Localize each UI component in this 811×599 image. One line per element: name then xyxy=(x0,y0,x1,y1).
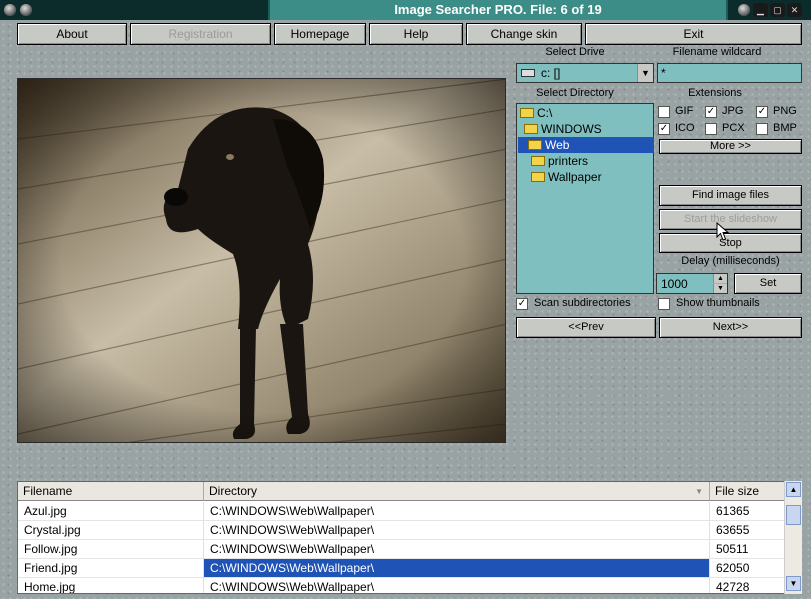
select-drive-label: Select Drive xyxy=(545,46,605,58)
filename-cell: Follow.jpg xyxy=(18,540,204,558)
filesize-cell: 61365 xyxy=(710,502,786,520)
gif-label: GIF xyxy=(675,105,694,117)
table-row[interactable]: Crystal.jpg C:\WINDOWS\Web\Wallpaper\ 63… xyxy=(18,521,786,540)
filesize-cell: 50511 xyxy=(710,540,786,558)
table-row[interactable]: Follow.jpg C:\WINDOWS\Web\Wallpaper\ 505… xyxy=(18,540,786,559)
spin-down-icon[interactable]: ▼ xyxy=(713,284,727,293)
filename-cell: Crystal.jpg xyxy=(18,521,204,539)
column-header-filesize[interactable]: File size xyxy=(710,482,786,501)
delay-input[interactable]: 1000 ▲ ▼ xyxy=(656,273,728,294)
directory-cell: C:\WINDOWS\Web\Wallpaper\ xyxy=(204,540,710,558)
scroll-up-icon[interactable]: ▲ xyxy=(786,482,801,497)
directory-cell: C:\WINDOWS\Web\Wallpaper\ xyxy=(204,578,710,593)
filesize-cell: 42728 xyxy=(710,578,786,593)
png-label: PNG xyxy=(773,105,797,117)
about-button[interactable]: About xyxy=(17,23,127,45)
png-checkbox[interactable]: ✓ xyxy=(756,106,768,118)
wildcard-label: Filename wildcard xyxy=(672,46,762,58)
jpg-label: JPG xyxy=(722,105,744,117)
close-icon[interactable]: ✕ xyxy=(787,3,802,17)
filesize-cell: 63655 xyxy=(710,521,786,539)
filesize-cell: 62050 xyxy=(710,559,786,577)
delay-label: Delay (milliseconds) xyxy=(681,255,780,267)
directory-cell: C:\WINDOWS\Web\Wallpaper\ xyxy=(204,502,710,520)
window-menu-knob-icon[interactable] xyxy=(4,4,16,16)
drive-icon xyxy=(521,69,535,77)
dog-photo xyxy=(18,79,505,442)
scroll-down-icon[interactable]: ▼ xyxy=(786,576,801,591)
tree-node-printers[interactable]: printers xyxy=(531,153,588,169)
directory-cell: C:\WINDOWS\Web\Wallpaper\ xyxy=(204,559,710,577)
delay-value: 1000 xyxy=(661,277,688,291)
find-image-files-button[interactable]: Find image files xyxy=(659,185,802,206)
bmp-checkbox[interactable] xyxy=(756,123,768,135)
bmp-label: BMP xyxy=(773,122,797,134)
pcx-label: PCX xyxy=(722,122,745,134)
tree-node-c-drive[interactable]: C:\ xyxy=(520,105,552,121)
open-folder-icon xyxy=(528,140,542,150)
directory-tree[interactable]: C:\ WINDOWS Web printers Wallpaper xyxy=(516,103,654,294)
table-scrollbar[interactable]: ▲ ▼ xyxy=(784,481,802,594)
exit-button[interactable]: Exit xyxy=(585,23,802,45)
filename-cell: Home.jpg xyxy=(18,578,204,593)
scan-subdirectories-checkbox[interactable]: ✓ xyxy=(516,298,528,310)
tree-node-web[interactable]: Web xyxy=(518,137,654,153)
column-header-filename[interactable]: Filename xyxy=(18,482,204,501)
registration-button[interactable]: Registration xyxy=(130,23,271,45)
drive-select[interactable]: c: [] ▼ xyxy=(516,63,654,83)
minimize-icon[interactable]: ▁ xyxy=(753,3,768,17)
open-folder-icon xyxy=(524,124,538,134)
wildcard-input[interactable]: * xyxy=(657,63,802,83)
start-slideshow-button[interactable]: Start the slideshow xyxy=(659,209,802,230)
gif-checkbox[interactable] xyxy=(658,106,670,118)
homepage-button[interactable]: Homepage xyxy=(274,23,366,45)
tree-node-wallpaper[interactable]: Wallpaper xyxy=(531,169,602,185)
spin-up-icon[interactable]: ▲ xyxy=(713,274,727,283)
jpg-checkbox[interactable]: ✓ xyxy=(705,106,717,118)
scroll-thumb[interactable] xyxy=(786,505,801,525)
next-button[interactable]: Next>> xyxy=(659,317,802,338)
open-folder-icon xyxy=(520,108,534,118)
table-row-selected[interactable]: Friend.jpg C:\WINDOWS\Web\Wallpaper\ 620… xyxy=(18,559,786,578)
column-header-directory[interactable]: Directory ▼ xyxy=(204,482,710,501)
scan-subdirectories-label: Scan subdirectories xyxy=(534,297,631,309)
help-button[interactable]: Help xyxy=(369,23,463,45)
show-thumbnails-checkbox[interactable] xyxy=(658,298,670,310)
table-row[interactable]: Azul.jpg C:\WINDOWS\Web\Wallpaper\ 61365 xyxy=(18,502,786,521)
drive-value: c: [] xyxy=(541,66,561,80)
ico-label: ICO xyxy=(675,122,695,134)
show-thumbnails-label: Show thumbnails xyxy=(676,297,760,309)
mouse-cursor-icon xyxy=(716,222,730,241)
stop-button[interactable]: Stop xyxy=(659,233,802,253)
sort-arrow-icon: ▼ xyxy=(695,487,703,496)
decorative-knob-icon xyxy=(738,4,750,16)
select-directory-label: Select Directory xyxy=(536,87,614,99)
filename-cell: Azul.jpg xyxy=(18,502,204,520)
table-row[interactable]: Home.jpg C:\WINDOWS\Web\Wallpaper\ 42728 xyxy=(18,578,786,593)
file-table[interactable]: Filename Directory ▼ File size Azul.jpg … xyxy=(17,481,802,594)
ico-checkbox[interactable]: ✓ xyxy=(658,123,670,135)
prev-button[interactable]: <<Prev xyxy=(516,317,656,338)
tree-node-windows[interactable]: WINDOWS xyxy=(524,121,602,137)
maximize-icon[interactable]: ▢ xyxy=(770,3,785,17)
more-extensions-button[interactable]: More >> xyxy=(659,139,802,154)
decorative-knob-icon xyxy=(20,4,32,16)
window-title: Image Searcher PRO. File: 6 of 19 xyxy=(268,0,728,20)
extensions-label: Extensions xyxy=(688,87,742,99)
chevron-down-icon[interactable]: ▼ xyxy=(637,64,653,82)
folder-icon xyxy=(531,156,545,166)
folder-icon xyxy=(531,172,545,182)
set-delay-button[interactable]: Set xyxy=(734,273,802,294)
pcx-checkbox[interactable] xyxy=(705,123,717,135)
filename-cell: Friend.jpg xyxy=(18,559,204,577)
image-preview xyxy=(17,78,506,443)
directory-cell: C:\WINDOWS\Web\Wallpaper\ xyxy=(204,521,710,539)
change-skin-button[interactable]: Change skin xyxy=(466,23,582,45)
